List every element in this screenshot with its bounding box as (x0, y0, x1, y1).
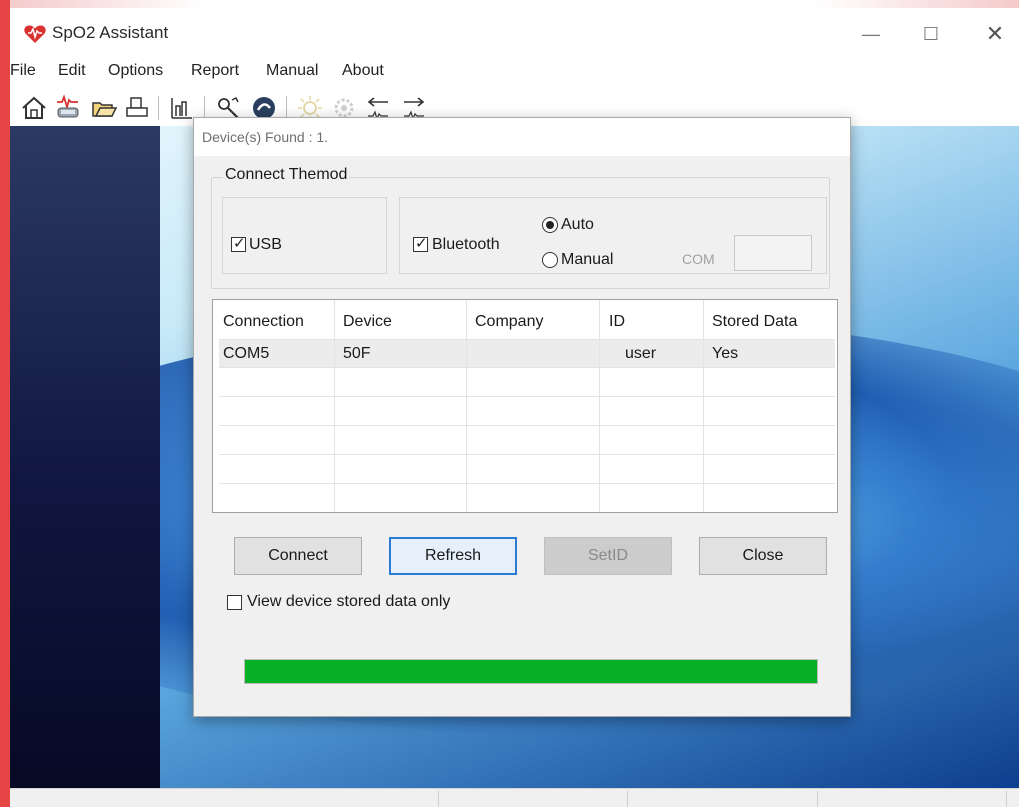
device-table: Connection Device Company ID Stored Data… (212, 299, 838, 513)
row-divider (219, 425, 835, 426)
status-bar (10, 788, 1019, 807)
usb-checkbox[interactable]: ✓ (231, 235, 246, 252)
status-separator (438, 791, 439, 807)
column-divider (334, 300, 335, 512)
row-divider (219, 367, 835, 368)
menu-manual[interactable]: Manual (266, 62, 318, 80)
minimize-button[interactable]: — (848, 18, 894, 50)
connect-method-label: Connect Themod (223, 166, 350, 184)
top-border (0, 0, 1019, 8)
cell-connection: COM5 (223, 345, 270, 362)
row-divider (219, 396, 835, 397)
device-found-dialog: Device(s) Found : 1. Connect Themod ✓ US… (193, 117, 851, 717)
home-icon[interactable] (20, 94, 48, 122)
left-dark-panel (10, 126, 160, 788)
app-title: SpO2 Assistant (52, 23, 169, 42)
check-icon: ✓ (233, 235, 246, 252)
refresh-button[interactable]: Refresh (389, 537, 517, 575)
bluetooth-label: Bluetooth (432, 236, 500, 253)
row-divider (219, 483, 835, 484)
close-window-button[interactable]: ✕ (972, 18, 1018, 50)
auto-label: Auto (561, 216, 594, 233)
setid-button: SetID (544, 537, 672, 575)
com-port-input[interactable] (734, 235, 812, 271)
com-label: COM (682, 251, 715, 267)
close-button[interactable]: Close (699, 537, 827, 575)
maximize-button[interactable]: ☐ (908, 18, 954, 50)
menu-about[interactable]: About (342, 62, 384, 80)
bluetooth-checkbox[interactable]: ✓ (413, 235, 428, 252)
dialog-title-bar: Device(s) Found : 1. (194, 118, 850, 156)
view-stored-only-checkbox[interactable] (227, 595, 242, 610)
open-folder-icon[interactable] (90, 94, 118, 122)
status-separator (1006, 791, 1007, 807)
left-border (0, 0, 10, 807)
menu-report[interactable]: Report (191, 62, 239, 80)
column-header-connection[interactable]: Connection (223, 313, 304, 331)
check-icon: ✓ (415, 235, 428, 252)
cell-stored-data: Yes (712, 345, 739, 362)
manual-radio[interactable] (542, 252, 558, 268)
menu-options[interactable]: Options (108, 62, 163, 80)
row-divider (219, 454, 835, 455)
menu-bar: File Edit Options Report Manual About (10, 58, 1019, 86)
column-divider (599, 300, 600, 512)
status-separator (627, 791, 628, 807)
view-stored-only-label: View device stored data only (247, 593, 451, 610)
usb-label: USB (249, 236, 282, 253)
cell-device: 50F (343, 345, 371, 362)
menu-edit[interactable]: Edit (58, 62, 86, 80)
app-window: SpO2 Assistant — ☐ ✕ File Edit Options R… (10, 8, 1019, 807)
device-icon[interactable] (54, 94, 82, 122)
column-divider (703, 300, 704, 512)
progress-fill (245, 660, 817, 683)
cell-id: user (625, 345, 657, 362)
table-row-selected[interactable] (219, 339, 835, 367)
row-divider (219, 339, 835, 340)
column-header-id[interactable]: ID (609, 313, 625, 331)
chart-icon[interactable] (168, 94, 196, 122)
status-separator (817, 791, 818, 807)
dialog-title: Device(s) Found : 1. (202, 129, 329, 145)
screenshot-frame: SpO2 Assistant — ☐ ✕ File Edit Options R… (0, 0, 1019, 807)
column-header-stored-data[interactable]: Stored Data (712, 313, 797, 331)
auto-radio[interactable] (542, 217, 558, 233)
usb-box (222, 197, 387, 274)
column-header-device[interactable]: Device (343, 313, 392, 331)
toolbar-separator (158, 96, 159, 120)
manual-label: Manual (561, 251, 614, 268)
connect-button[interactable]: Connect (234, 537, 362, 575)
title-bar: SpO2 Assistant — ☐ ✕ (10, 8, 1019, 58)
menu-file[interactable]: File (10, 62, 36, 80)
column-header-company[interactable]: Company (475, 313, 543, 331)
progress-bar (244, 659, 818, 684)
column-divider (466, 300, 467, 512)
heart-logo-icon (24, 25, 46, 43)
radio-selected-dot (546, 221, 554, 229)
print-icon[interactable] (123, 94, 151, 122)
